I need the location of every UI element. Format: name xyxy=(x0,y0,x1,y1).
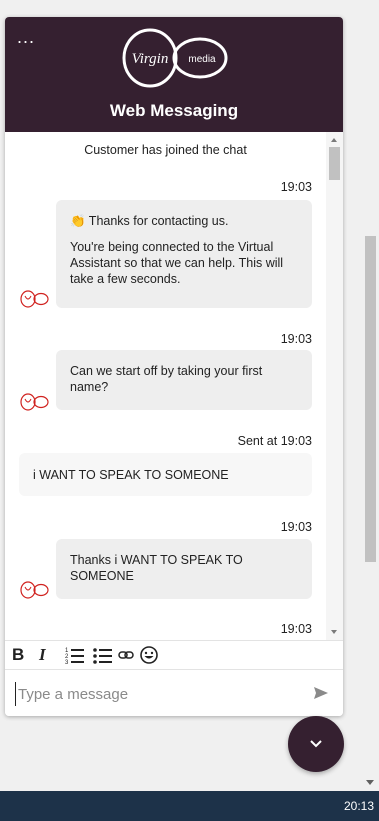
page-scrollbar[interactable] xyxy=(362,0,379,791)
agent-message-bubble: Can we start off by taking your first na… xyxy=(56,350,312,410)
chevron-down-icon xyxy=(310,740,322,748)
message-timestamp: 19:03 xyxy=(280,520,312,534)
message-text: i WANT TO SPEAK TO SOMEONE xyxy=(33,468,229,482)
bot-avatar-icon xyxy=(20,290,49,308)
chat-widget: ... Virgin media Web Messaging Customer … xyxy=(5,17,343,716)
bot-avatar-icon xyxy=(20,393,49,411)
sent-label: Sent at xyxy=(237,434,278,448)
bullet-list-icon[interactable] xyxy=(92,645,114,665)
message-input[interactable] xyxy=(15,682,300,706)
sent-timestamp: Sent at 19:03 xyxy=(238,434,312,448)
agent-message-bubble: 👏 Thanks for contacting us. You're being… xyxy=(56,200,312,308)
message-text: 👏 Thanks for contacting us. xyxy=(70,214,229,228)
chat-header: ... Virgin media Web Messaging xyxy=(5,17,343,132)
minimize-chat-button[interactable] xyxy=(288,716,344,772)
numbered-list-icon[interactable]: 1 2 3 xyxy=(64,645,86,665)
emoji-icon[interactable] xyxy=(139,645,159,665)
virgin-media-logo: Virgin media xyxy=(122,28,228,88)
menu-button[interactable]: ... xyxy=(17,28,35,46)
logo-script-text: Virgin xyxy=(132,51,169,67)
send-icon[interactable] xyxy=(313,686,329,700)
message-timestamp: 19:03 xyxy=(280,332,312,346)
formatting-toolbar: B I 1 2 3 xyxy=(5,640,343,670)
taskbar-clock[interactable]: 20:13 xyxy=(344,799,374,813)
message-text: You're being connected to the Virtual As… xyxy=(70,240,284,286)
chat-scroll-down-arrow[interactable] xyxy=(331,630,337,634)
message-timestamp: 19:03 xyxy=(280,622,312,636)
header-title: Web Messaging xyxy=(109,101,239,120)
message-text: Can we start off by taking your first na… xyxy=(70,364,263,394)
bot-avatar-icon xyxy=(20,581,49,599)
message-text: Thanks i WANT TO SPEAK TO SOMEONE xyxy=(70,553,243,583)
page-scrollbar-thumb[interactable] xyxy=(365,236,376,562)
system-message: Customer has joined the chat xyxy=(84,143,247,157)
chat-scroll-up-arrow[interactable] xyxy=(331,138,337,142)
svg-text:3: 3 xyxy=(65,660,69,665)
customer-message-bubble: i WANT TO SPEAK TO SOMEONE xyxy=(19,453,312,496)
bold-button[interactable]: B xyxy=(12,645,24,665)
logo-media-text: media xyxy=(188,54,216,65)
message-composer xyxy=(5,669,343,716)
sent-time: 19:03 xyxy=(280,434,312,448)
italic-button[interactable]: I xyxy=(39,645,46,665)
taskbar: 20:13 xyxy=(0,791,379,821)
page-scroll-down-arrow[interactable] xyxy=(366,780,374,785)
chat-scrollbar[interactable] xyxy=(326,132,343,640)
chat-scrollbar-thumb[interactable] xyxy=(329,147,340,180)
agent-message-bubble: Thanks i WANT TO SPEAK TO SOMEONE xyxy=(56,539,312,599)
link-icon[interactable] xyxy=(118,645,134,665)
message-list[interactable]: Customer has joined the chat 19:03 👏 Tha… xyxy=(5,132,343,640)
message-timestamp: 19:03 xyxy=(280,180,312,194)
